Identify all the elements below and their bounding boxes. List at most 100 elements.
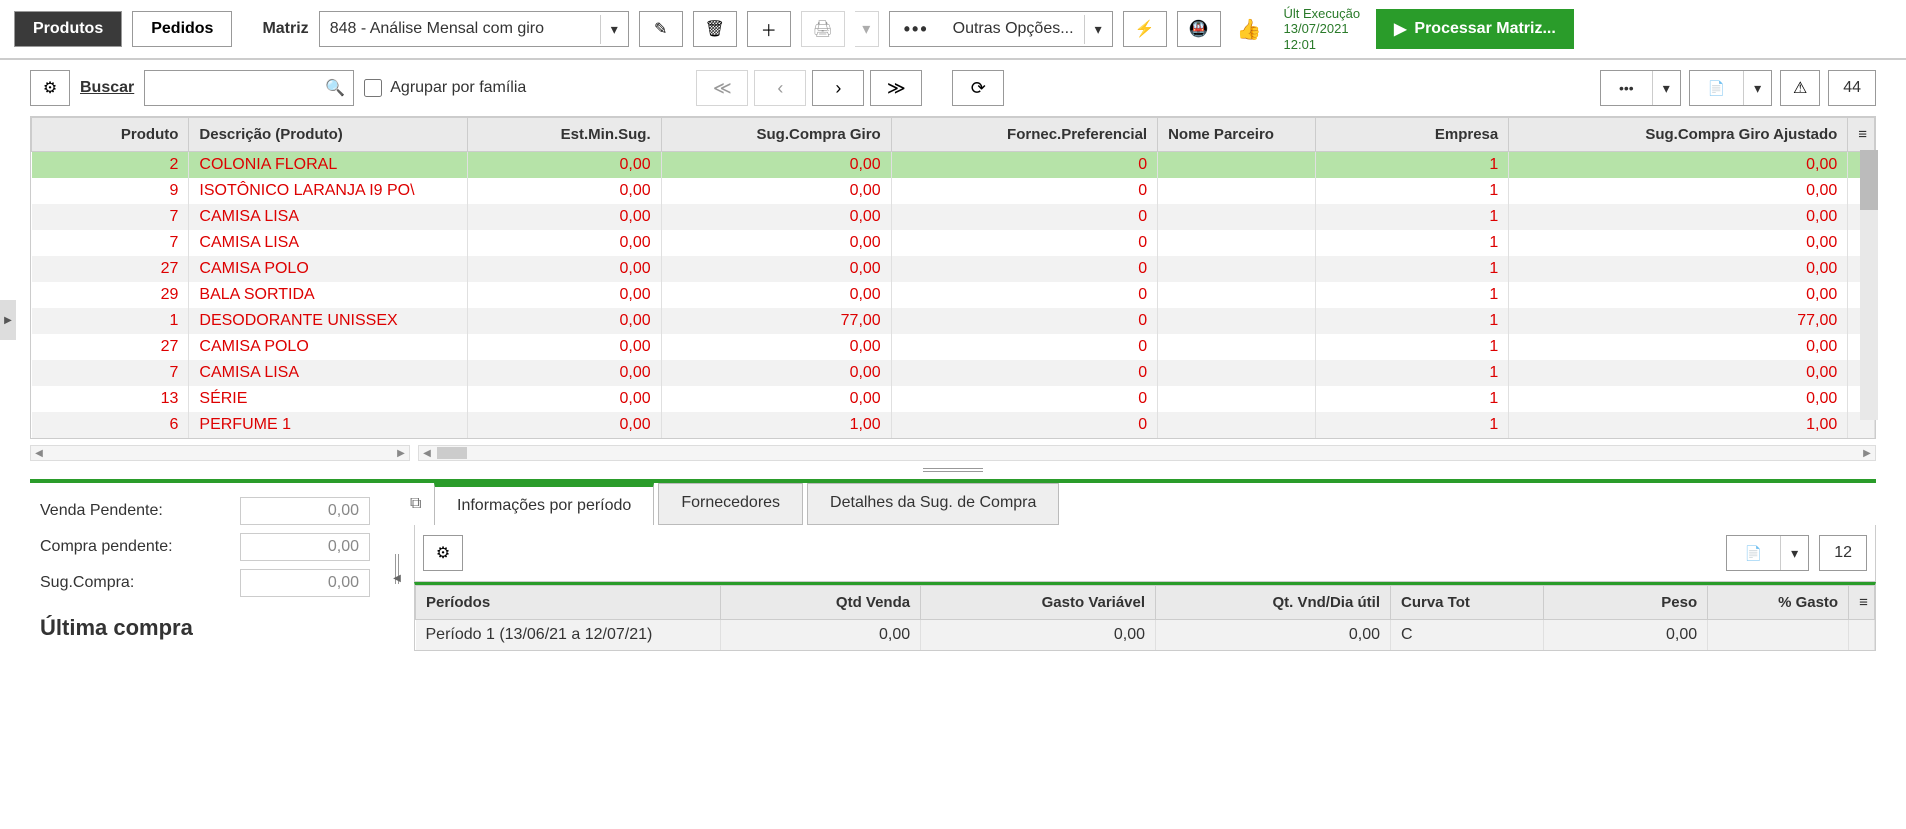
pcol-gasto-var[interactable]: Gasto Variável xyxy=(921,586,1156,620)
pcol-qt-vnd-dia[interactable]: Qt. Vnd/Dia útil xyxy=(1156,586,1391,620)
table-row[interactable]: 6PERFUME 10,001,00011,00 xyxy=(32,412,1875,438)
table-row[interactable]: 1DESODORANTE UNISSEX0,0077,000177,00 xyxy=(32,308,1875,334)
other-options[interactable]: ••• Outras Opções... ▾ xyxy=(889,11,1113,47)
pcol-pct-gasto[interactable]: % Gasto xyxy=(1708,586,1849,620)
ellipsis-icon: ••• xyxy=(1601,71,1652,105)
chevron-down-icon[interactable]: ▾ xyxy=(600,15,628,44)
search-input[interactable] xyxy=(145,74,315,102)
cell-fornec: 0 xyxy=(891,360,1157,386)
bolt-button[interactable]: ⚡ xyxy=(1123,11,1167,47)
train-button[interactable]: 🚇 xyxy=(1177,11,1221,47)
cell-sug: 0,00 xyxy=(661,204,891,230)
process-matrix-button[interactable]: ▶ Processar Matriz... xyxy=(1376,9,1574,49)
search-toolbar: ⚙ Buscar 🔍 Agrupar por família ≪ ‹ › ≫ ⟳… xyxy=(0,60,1906,116)
horizontal-scrollbar-left[interactable]: ◀▶ xyxy=(30,445,410,461)
col-est-min[interactable]: Est.Min.Sug. xyxy=(467,118,661,152)
horizontal-splitter[interactable] xyxy=(30,465,1876,475)
cell-empresa: 1 xyxy=(1315,204,1509,230)
cell-nome xyxy=(1158,360,1315,386)
col-fornec[interactable]: Fornec.Preferencial xyxy=(891,118,1157,152)
sug-compra-label: Sug.Compra: xyxy=(40,574,134,592)
add-button[interactable]: ＋ xyxy=(747,11,791,47)
cell-est-min: 0,00 xyxy=(467,412,661,438)
table-row[interactable]: 27CAMISA POLO0,000,00010,00 xyxy=(32,256,1875,282)
table-row[interactable]: 13SÉRIE0,000,00010,00 xyxy=(32,386,1875,412)
col-produto[interactable]: Produto xyxy=(32,118,189,152)
cell-descricao: SÉRIE xyxy=(189,386,468,412)
cell-est-min: 0,00 xyxy=(467,386,661,412)
settings-button[interactable]: ⚙ xyxy=(30,70,70,106)
group-by-family-checkbox[interactable] xyxy=(364,79,382,97)
pcol-peso[interactable]: Peso xyxy=(1543,586,1707,620)
cell-descricao: CAMISA LISA xyxy=(189,230,468,256)
cell-fornec: 0 xyxy=(891,204,1157,230)
cell-nome xyxy=(1158,204,1315,230)
edit-button[interactable]: ✎ xyxy=(639,11,683,47)
cell-fornec: 0 xyxy=(891,282,1157,308)
nav-next-button[interactable]: › xyxy=(812,70,864,106)
nav-last-button[interactable]: ≫ xyxy=(870,70,922,106)
cell-fornec: 0 xyxy=(891,412,1157,438)
left-collapse-toggle[interactable]: ▶ xyxy=(0,300,16,340)
cell-sug: 0,00 xyxy=(661,334,891,360)
pcell-pct xyxy=(1708,620,1849,651)
chevron-down-icon[interactable]: ▾ xyxy=(1084,15,1112,44)
cell-descricao: COLONIA FLORAL xyxy=(189,152,468,179)
pcol-periodos[interactable]: Períodos xyxy=(416,586,721,620)
cell-nome xyxy=(1158,256,1315,282)
col-nome-parceiro[interactable]: Nome Parceiro xyxy=(1158,118,1315,152)
table-row[interactable]: 7CAMISA LISA0,000,00010,00 xyxy=(32,360,1875,386)
col-descricao[interactable]: Descrição (Produto) xyxy=(189,118,468,152)
tab-produtos[interactable]: Produtos xyxy=(14,11,122,47)
buscar-link[interactable]: Buscar xyxy=(80,79,134,97)
cell-nome xyxy=(1158,386,1315,412)
period-export-dropdown[interactable]: 📄 ▾ xyxy=(1726,535,1809,571)
table-row[interactable]: 7CAMISA LISA0,000,00010,00 xyxy=(32,204,1875,230)
export-dropdown[interactable]: 📄 ▾ xyxy=(1689,70,1772,106)
tab-info-periodo[interactable]: Informações por período xyxy=(434,483,654,525)
cell-descricao: CAMISA POLO xyxy=(189,256,468,282)
thumbs-up-icon[interactable]: 👍 xyxy=(1231,17,1268,42)
refresh-button[interactable]: ⟳ xyxy=(952,70,1004,106)
delete-button[interactable]: 🗑 xyxy=(693,11,737,47)
cell-est-min: 0,00 xyxy=(467,152,661,179)
table-row[interactable]: Período 1 (13/06/21 a 12/07/21)0,000,000… xyxy=(416,620,1875,651)
tab-pedidos[interactable]: Pedidos xyxy=(132,11,232,47)
ellipsis-icon: ••• xyxy=(890,13,943,46)
col-empresa[interactable]: Empresa xyxy=(1315,118,1509,152)
cell-sug: 0,00 xyxy=(661,256,891,282)
table-row[interactable]: 29BALA SORTIDA0,000,00010,00 xyxy=(32,282,1875,308)
more-actions-dropdown[interactable]: ••• ▾ xyxy=(1600,70,1681,106)
vertical-splitter[interactable] xyxy=(390,483,404,655)
period-settings-button[interactable]: ⚙ xyxy=(423,535,463,571)
table-row[interactable]: 27CAMISA POLO0,000,00010,00 xyxy=(32,334,1875,360)
col-sug-ajustado[interactable]: Sug.Compra Giro Ajustado xyxy=(1509,118,1848,152)
table-row[interactable]: 9ISOTÔNICO LARANJA I9 PO\0,000,00010,00 xyxy=(32,178,1875,204)
cell-ajustado: 0,00 xyxy=(1509,282,1848,308)
horizontal-scrollbar-right[interactable]: ◀▶ xyxy=(418,445,1876,461)
alert-button[interactable]: ⚠ xyxy=(1780,70,1820,106)
cell-produto: 27 xyxy=(32,334,189,360)
pcell-curva: C xyxy=(1390,620,1543,651)
cell-descricao: CAMISA LISA xyxy=(189,360,468,386)
column-menu-icon[interactable]: ≡ xyxy=(1848,118,1875,152)
pcol-qtd-venda[interactable]: Qtd Venda xyxy=(721,586,921,620)
pcol-curva-tot[interactable]: Curva Tot xyxy=(1390,586,1543,620)
copy-icon[interactable]: ⧉ xyxy=(410,495,421,513)
tab-detalhes-sug[interactable]: Detalhes da Sug. de Compra xyxy=(807,483,1059,525)
table-row[interactable]: 2COLONIA FLORAL0,000,00010,00 xyxy=(32,152,1875,179)
cell-ajustado: 0,00 xyxy=(1509,256,1848,282)
cell-produto: 13 xyxy=(32,386,189,412)
period-column-menu-icon[interactable]: ≡ xyxy=(1849,586,1875,620)
search-icon[interactable]: 🔍 xyxy=(315,72,355,104)
table-row[interactable]: 7CAMISA LISA0,000,00010,00 xyxy=(32,230,1875,256)
chevron-down-icon[interactable]: ▾ xyxy=(1743,71,1771,105)
cell-nome xyxy=(1158,308,1315,334)
chevron-down-icon[interactable]: ▾ xyxy=(1780,536,1808,570)
matrix-select[interactable]: 848 - Análise Mensal com giro ▾ xyxy=(319,11,629,47)
play-icon: ▶ xyxy=(1394,19,1406,39)
vertical-scrollbar[interactable] xyxy=(1860,150,1878,420)
chevron-down-icon[interactable]: ▾ xyxy=(1652,71,1680,105)
col-sug-compra-giro[interactable]: Sug.Compra Giro xyxy=(661,118,891,152)
tab-fornecedores[interactable]: Fornecedores xyxy=(658,483,803,525)
